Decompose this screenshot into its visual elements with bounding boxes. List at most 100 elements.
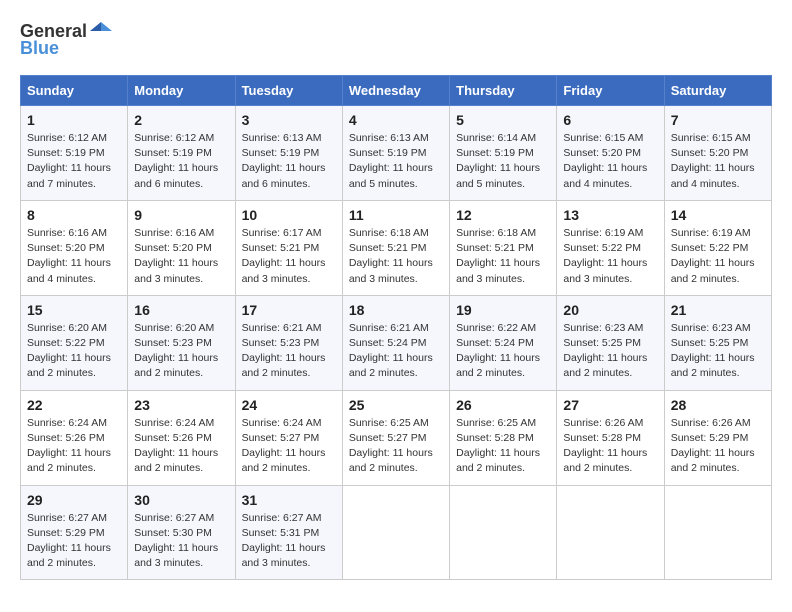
calendar-day: 1 Sunrise: 6:12 AMSunset: 5:19 PMDayligh… [21, 106, 128, 201]
calendar-day: 21 Sunrise: 6:23 AMSunset: 5:25 PMDaylig… [664, 295, 771, 390]
day-info: Sunrise: 6:19 AMSunset: 5:22 PMDaylight:… [563, 226, 657, 287]
day-number: 15 [27, 302, 121, 318]
day-info: Sunrise: 6:20 AMSunset: 5:22 PMDaylight:… [27, 321, 121, 382]
calendar-day: 12 Sunrise: 6:18 AMSunset: 5:21 PMDaylig… [450, 200, 557, 295]
day-number: 3 [242, 112, 336, 128]
day-number: 1 [27, 112, 121, 128]
calendar-day: 8 Sunrise: 6:16 AMSunset: 5:20 PMDayligh… [21, 200, 128, 295]
day-info: Sunrise: 6:26 AMSunset: 5:29 PMDaylight:… [671, 416, 765, 477]
day-info: Sunrise: 6:24 AMSunset: 5:26 PMDaylight:… [27, 416, 121, 477]
calendar-week: 15 Sunrise: 6:20 AMSunset: 5:22 PMDaylig… [21, 295, 772, 390]
calendar-day: 3 Sunrise: 6:13 AMSunset: 5:19 PMDayligh… [235, 106, 342, 201]
calendar-day: 11 Sunrise: 6:18 AMSunset: 5:21 PMDaylig… [342, 200, 449, 295]
day-info: Sunrise: 6:15 AMSunset: 5:20 PMDaylight:… [563, 131, 657, 192]
day-info: Sunrise: 6:13 AMSunset: 5:19 PMDaylight:… [242, 131, 336, 192]
calendar-day: 31 Sunrise: 6:27 AMSunset: 5:31 PMDaylig… [235, 485, 342, 580]
day-info: Sunrise: 6:21 AMSunset: 5:24 PMDaylight:… [349, 321, 443, 382]
day-info: Sunrise: 6:18 AMSunset: 5:21 PMDaylight:… [456, 226, 550, 287]
calendar-day [557, 485, 664, 580]
calendar-week: 22 Sunrise: 6:24 AMSunset: 5:26 PMDaylig… [21, 390, 772, 485]
calendar-day [342, 485, 449, 580]
calendar-day: 19 Sunrise: 6:22 AMSunset: 5:24 PMDaylig… [450, 295, 557, 390]
calendar-day: 2 Sunrise: 6:12 AMSunset: 5:19 PMDayligh… [128, 106, 235, 201]
calendar-week: 1 Sunrise: 6:12 AMSunset: 5:19 PMDayligh… [21, 106, 772, 201]
day-info: Sunrise: 6:17 AMSunset: 5:21 PMDaylight:… [242, 226, 336, 287]
day-number: 30 [134, 492, 228, 508]
calendar-day: 27 Sunrise: 6:26 AMSunset: 5:28 PMDaylig… [557, 390, 664, 485]
day-info: Sunrise: 6:26 AMSunset: 5:28 PMDaylight:… [563, 416, 657, 477]
calendar-week: 8 Sunrise: 6:16 AMSunset: 5:20 PMDayligh… [21, 200, 772, 295]
day-info: Sunrise: 6:18 AMSunset: 5:21 PMDaylight:… [349, 226, 443, 287]
day-number: 10 [242, 207, 336, 223]
calendar-day: 4 Sunrise: 6:13 AMSunset: 5:19 PMDayligh… [342, 106, 449, 201]
weekday-header: Wednesday [342, 76, 449, 106]
day-number: 19 [456, 302, 550, 318]
calendar-day: 24 Sunrise: 6:24 AMSunset: 5:27 PMDaylig… [235, 390, 342, 485]
calendar-day: 18 Sunrise: 6:21 AMSunset: 5:24 PMDaylig… [342, 295, 449, 390]
calendar-day: 30 Sunrise: 6:27 AMSunset: 5:30 PMDaylig… [128, 485, 235, 580]
day-info: Sunrise: 6:22 AMSunset: 5:24 PMDaylight:… [456, 321, 550, 382]
day-info: Sunrise: 6:13 AMSunset: 5:19 PMDaylight:… [349, 131, 443, 192]
day-number: 8 [27, 207, 121, 223]
calendar-table: SundayMondayTuesdayWednesdayThursdayFrid… [20, 75, 772, 580]
calendar-day: 14 Sunrise: 6:19 AMSunset: 5:22 PMDaylig… [664, 200, 771, 295]
day-info: Sunrise: 6:24 AMSunset: 5:26 PMDaylight:… [134, 416, 228, 477]
weekday-header: Friday [557, 76, 664, 106]
day-info: Sunrise: 6:21 AMSunset: 5:23 PMDaylight:… [242, 321, 336, 382]
weekday-header: Monday [128, 76, 235, 106]
day-info: Sunrise: 6:25 AMSunset: 5:28 PMDaylight:… [456, 416, 550, 477]
day-info: Sunrise: 6:20 AMSunset: 5:23 PMDaylight:… [134, 321, 228, 382]
weekday-header: Saturday [664, 76, 771, 106]
weekday-header: Sunday [21, 76, 128, 106]
day-number: 25 [349, 397, 443, 413]
day-info: Sunrise: 6:23 AMSunset: 5:25 PMDaylight:… [563, 321, 657, 382]
calendar-day: 26 Sunrise: 6:25 AMSunset: 5:28 PMDaylig… [450, 390, 557, 485]
day-number: 28 [671, 397, 765, 413]
day-info: Sunrise: 6:16 AMSunset: 5:20 PMDaylight:… [134, 226, 228, 287]
calendar-day: 20 Sunrise: 6:23 AMSunset: 5:25 PMDaylig… [557, 295, 664, 390]
day-number: 14 [671, 207, 765, 223]
calendar-day: 22 Sunrise: 6:24 AMSunset: 5:26 PMDaylig… [21, 390, 128, 485]
logo-text-blue: Blue [20, 38, 59, 59]
calendar-day: 25 Sunrise: 6:25 AMSunset: 5:27 PMDaylig… [342, 390, 449, 485]
logo-bird-icon [90, 20, 112, 42]
page-header: General Blue [20, 20, 772, 59]
day-info: Sunrise: 6:12 AMSunset: 5:19 PMDaylight:… [134, 131, 228, 192]
calendar-day: 5 Sunrise: 6:14 AMSunset: 5:19 PMDayligh… [450, 106, 557, 201]
day-number: 7 [671, 112, 765, 128]
day-info: Sunrise: 6:27 AMSunset: 5:30 PMDaylight:… [134, 511, 228, 572]
weekday-header: Thursday [450, 76, 557, 106]
day-number: 6 [563, 112, 657, 128]
day-info: Sunrise: 6:27 AMSunset: 5:29 PMDaylight:… [27, 511, 121, 572]
weekday-header: Tuesday [235, 76, 342, 106]
day-number: 2 [134, 112, 228, 128]
day-info: Sunrise: 6:25 AMSunset: 5:27 PMDaylight:… [349, 416, 443, 477]
day-number: 13 [563, 207, 657, 223]
day-number: 24 [242, 397, 336, 413]
day-info: Sunrise: 6:15 AMSunset: 5:20 PMDaylight:… [671, 131, 765, 192]
day-number: 26 [456, 397, 550, 413]
day-info: Sunrise: 6:24 AMSunset: 5:27 PMDaylight:… [242, 416, 336, 477]
day-number: 17 [242, 302, 336, 318]
day-info: Sunrise: 6:27 AMSunset: 5:31 PMDaylight:… [242, 511, 336, 572]
day-number: 12 [456, 207, 550, 223]
day-number: 22 [27, 397, 121, 413]
calendar-day: 6 Sunrise: 6:15 AMSunset: 5:20 PMDayligh… [557, 106, 664, 201]
calendar-day: 16 Sunrise: 6:20 AMSunset: 5:23 PMDaylig… [128, 295, 235, 390]
calendar-day: 17 Sunrise: 6:21 AMSunset: 5:23 PMDaylig… [235, 295, 342, 390]
day-number: 31 [242, 492, 336, 508]
calendar-day: 28 Sunrise: 6:26 AMSunset: 5:29 PMDaylig… [664, 390, 771, 485]
calendar-day: 23 Sunrise: 6:24 AMSunset: 5:26 PMDaylig… [128, 390, 235, 485]
day-number: 23 [134, 397, 228, 413]
day-number: 21 [671, 302, 765, 318]
calendar-day: 15 Sunrise: 6:20 AMSunset: 5:22 PMDaylig… [21, 295, 128, 390]
day-info: Sunrise: 6:12 AMSunset: 5:19 PMDaylight:… [27, 131, 121, 192]
day-number: 29 [27, 492, 121, 508]
day-info: Sunrise: 6:16 AMSunset: 5:20 PMDaylight:… [27, 226, 121, 287]
calendar-day: 29 Sunrise: 6:27 AMSunset: 5:29 PMDaylig… [21, 485, 128, 580]
calendar-week: 29 Sunrise: 6:27 AMSunset: 5:29 PMDaylig… [21, 485, 772, 580]
day-info: Sunrise: 6:23 AMSunset: 5:25 PMDaylight:… [671, 321, 765, 382]
day-number: 4 [349, 112, 443, 128]
calendar-day: 9 Sunrise: 6:16 AMSunset: 5:20 PMDayligh… [128, 200, 235, 295]
logo: General Blue [20, 20, 112, 59]
